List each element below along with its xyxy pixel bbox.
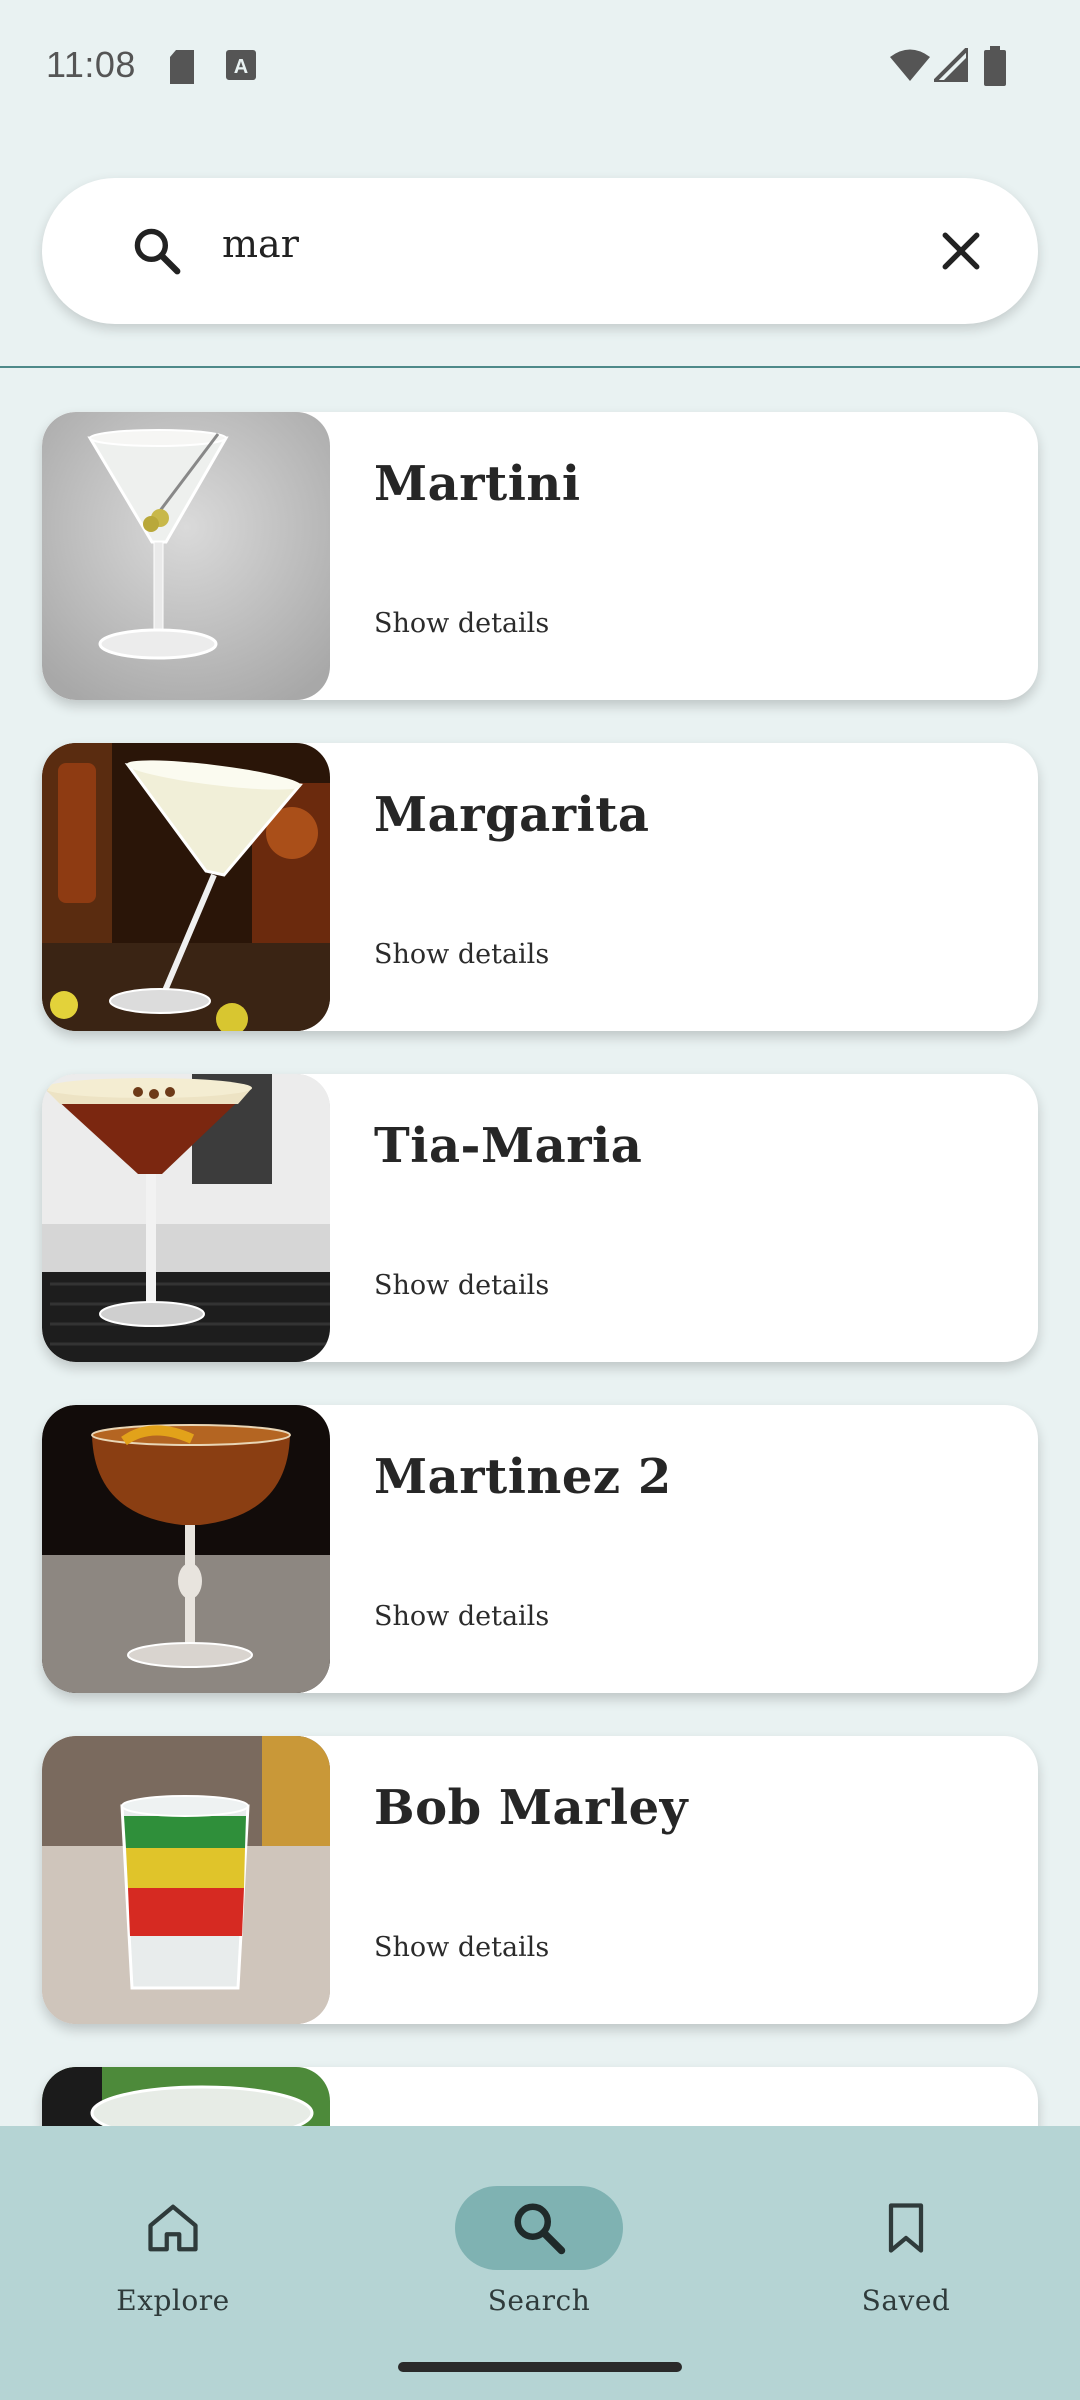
- signal-icon: [934, 48, 968, 82]
- search-icon: [514, 2203, 566, 2255]
- results-list[interactable]: Martini Show details Margarita Show deta…: [0, 368, 1080, 2126]
- nav-label: Explore: [116, 2284, 230, 2317]
- search-bar[interactable]: mar: [42, 178, 1038, 324]
- status-time: 11:08: [46, 44, 136, 85]
- nav-item-explore[interactable]: Explore: [23, 2156, 323, 2326]
- nav-label: Search: [487, 2284, 591, 2317]
- bookmark-icon: [888, 2203, 924, 2253]
- svg-text:A: A: [234, 56, 248, 78]
- cocktail-name: Bob Marley: [374, 1780, 689, 1836]
- show-details-link[interactable]: Show details: [374, 939, 549, 970]
- nav-item-saved[interactable]: Saved: [756, 2156, 1056, 2326]
- show-details-link[interactable]: Show details: [374, 608, 549, 639]
- nav-item-search[interactable]: Search: [389, 2156, 689, 2326]
- battery-icon: [984, 46, 1006, 86]
- nav-icon-container: [89, 2186, 257, 2270]
- nav-icon-container: [455, 2186, 623, 2270]
- cocktail-image: [42, 1736, 330, 2024]
- status-bar: 11:08 A: [0, 0, 1080, 140]
- nav-label: Saved: [861, 2284, 951, 2317]
- cocktail-name: Martinez 2: [374, 1449, 672, 1505]
- search-input[interactable]: mar: [222, 222, 299, 266]
- result-card[interactable]: Tia-Maria Show details: [42, 1074, 1038, 1362]
- result-card[interactable]: Martini Show details: [42, 412, 1038, 700]
- result-card[interactable]: Margarita Show details: [42, 743, 1038, 1031]
- result-card[interactable]: [42, 2067, 1038, 2126]
- show-details-link[interactable]: Show details: [374, 1270, 549, 1301]
- sd-card-icon: [170, 50, 194, 84]
- cocktail-name: Martini: [374, 456, 581, 512]
- nav-icon-container: [822, 2186, 990, 2270]
- close-icon[interactable]: [934, 224, 988, 278]
- cocktail-image: [42, 743, 330, 1031]
- result-card[interactable]: Martinez 2 Show details: [42, 1405, 1038, 1693]
- show-details-link[interactable]: Show details: [374, 1932, 549, 1963]
- cocktail-name: Margarita: [374, 787, 650, 843]
- cocktail-image: [42, 412, 330, 700]
- show-details-link[interactable]: Show details: [374, 1601, 549, 1632]
- keyboard-a-icon: A: [226, 50, 256, 80]
- cocktail-image: [42, 1405, 330, 1693]
- wifi-icon: [890, 49, 930, 81]
- home-indicator[interactable]: [398, 2362, 682, 2372]
- cocktail-image: [42, 2067, 330, 2126]
- cocktail-name: Tia-Maria: [374, 1118, 643, 1174]
- bottom-navigation: Explore Search Saved: [0, 2126, 1080, 2400]
- search-icon: [134, 228, 181, 275]
- result-card[interactable]: Bob Marley Show details: [42, 1736, 1038, 2024]
- cocktail-image: [42, 1074, 330, 1362]
- home-icon: [148, 2204, 198, 2252]
